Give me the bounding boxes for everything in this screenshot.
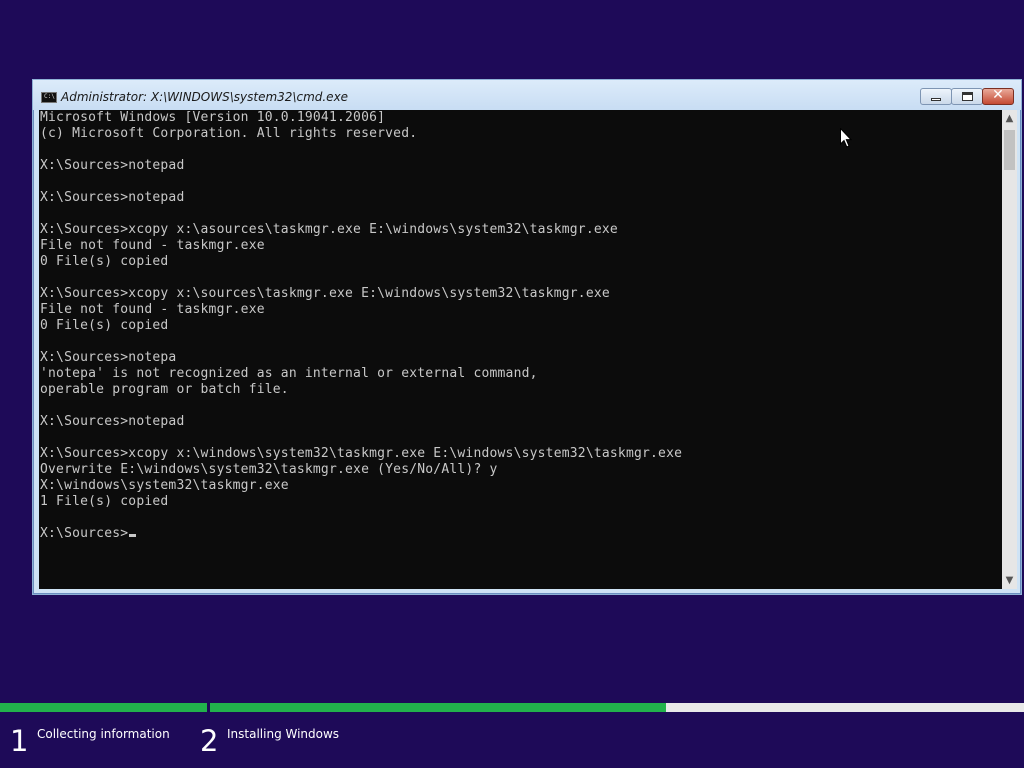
console-line [39,206,682,222]
cmd-window[interactable]: C:\ Administrator: X:\WINDOWS\system32\c… [32,79,1022,595]
console-line: X:\Sources>xcopy x:\asources\taskmgr.exe… [40,222,618,237]
text-cursor [129,534,137,537]
console-line: X:\windows\system32\taskmgr.exe [40,478,289,493]
close-icon: ✕ [992,87,1004,103]
console-line: Microsoft Windows [Version 10.0.19041.20… [40,110,386,125]
console-line: 0 File(s) copied [40,254,169,269]
console-line [39,398,682,414]
console-line [39,510,682,526]
window-title: Administrator: X:\WINDOWS\system32\cmd.e… [61,90,349,104]
console-line: X:\Sources>notepad [40,158,185,173]
console-line: (c) Microsoft Corporation. All rights re… [40,126,418,141]
console-line: Overwrite E:\windows\system32\taskmgr.ex… [40,462,498,477]
window-controls: ✕ [920,87,1014,106]
cmd-prompt-icon: C:\ [41,92,57,103]
console-lines: Microsoft Windows [Version 10.0.19041.20… [39,110,682,542]
scroll-down-icon[interactable]: ▼ [1002,572,1017,589]
console-line [39,142,682,158]
command-prompt: X:\Sources> [40,526,129,541]
console-line [39,270,682,286]
vertical-scrollbar[interactable]: ▲ ▼ [1002,110,1017,589]
console-output[interactable]: Microsoft Windows [Version 10.0.19041.20… [39,110,1002,589]
console-line [39,174,682,190]
console-line: X:\Sources>xcopy x:\sources\taskmgr.exe … [40,286,610,301]
step-label: Installing Windows [227,727,340,741]
console-line: 0 File(s) copied [40,318,169,333]
console-line: operable program or batch file. [40,382,289,397]
console-line: File not found - taskmgr.exe [40,302,265,317]
maximize-icon [962,92,973,101]
console-line: File not found - taskmgr.exe [40,238,265,253]
scrollbar-thumb[interactable] [1004,130,1015,170]
step-number: 1 [10,724,29,758]
console-line: 1 File(s) copied [40,494,169,509]
step-label: Collecting information [37,727,170,741]
console-line [39,334,682,350]
scroll-up-icon[interactable]: ▲ [1002,110,1017,127]
step-number: 2 [200,724,219,758]
cmd-icon-text: C:\ [44,93,55,100]
console-prompt-line[interactable]: X:\Sources> [39,526,682,542]
maximize-button[interactable] [951,88,983,105]
progress-step-collecting [0,703,207,712]
console-line: 'notepa' is not recognized as an interna… [40,366,538,381]
console-line: X:\Sources>notepad [40,414,185,429]
console-line [39,430,682,446]
window-titlebar[interactable]: C:\ Administrator: X:\WINDOWS\system32\c… [33,80,1021,110]
minimize-icon [931,98,941,101]
console-line: X:\Sources>notepa [40,350,177,365]
minimize-button[interactable] [920,88,952,105]
progress-step-installing [210,703,666,712]
console-line: X:\Sources>xcopy x:\windows\system32\tas… [40,446,683,461]
console-line: X:\Sources>notepad [40,190,185,205]
close-button[interactable]: ✕ [982,87,1014,105]
mouse-pointer-icon [840,128,852,148]
